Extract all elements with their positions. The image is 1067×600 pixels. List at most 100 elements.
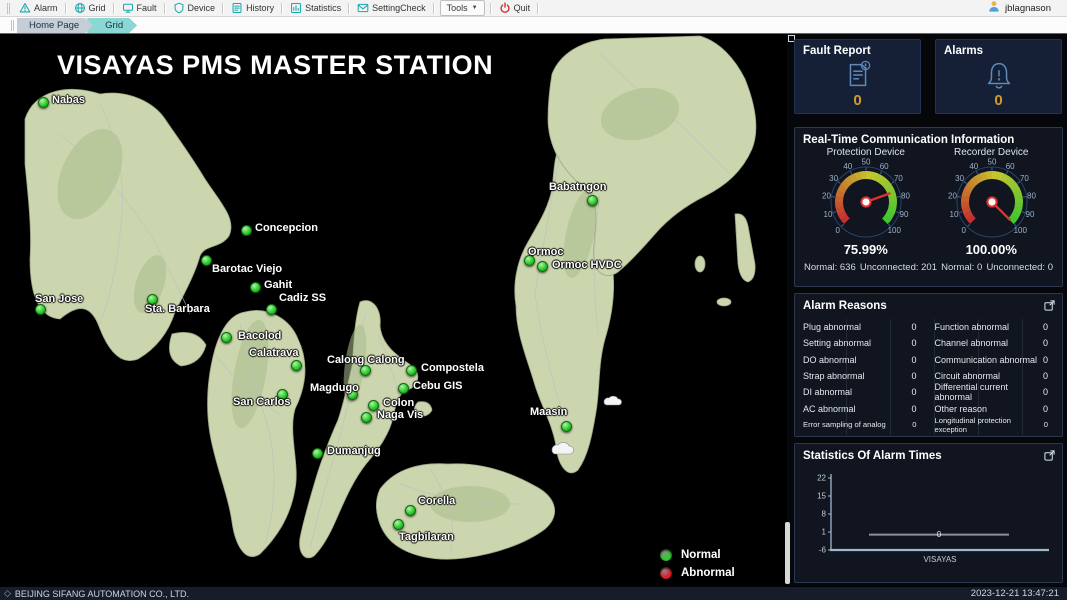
alarm-reason-count: 0 bbox=[907, 338, 917, 348]
svg-text:1: 1 bbox=[822, 528, 827, 537]
station-marker-ormoc-hvdc[interactable] bbox=[537, 261, 548, 272]
svg-text:10: 10 bbox=[949, 210, 958, 219]
dashboard-panel: Fault Report 0 Alarms bbox=[787, 34, 1067, 586]
protection-device-gauge: Protection Device 0102030405060708090100… bbox=[803, 147, 929, 257]
station-label: Ormoc HVDC bbox=[552, 259, 622, 271]
alarm-reason-row: Other reason0 bbox=[935, 400, 1055, 416]
menu-item-label: Fault bbox=[137, 3, 157, 13]
protection-normal-count: Normal: 636 bbox=[804, 262, 856, 273]
user-account[interactable]: jblagnason bbox=[987, 0, 1051, 16]
alarms-card[interactable]: Alarms 0 bbox=[935, 39, 1062, 114]
alarm-reason-label: Channel abnormal bbox=[935, 338, 1009, 348]
station-label: Magdugo bbox=[310, 382, 359, 394]
history-menu-button[interactable]: History bbox=[225, 0, 280, 16]
station-label: Compostela bbox=[421, 362, 484, 374]
quit-button[interactable]: Quit bbox=[493, 0, 537, 16]
tab-home-page[interactable]: Home Page bbox=[17, 18, 93, 33]
station-marker-concepcion[interactable] bbox=[241, 225, 252, 236]
toolbar-separator bbox=[65, 3, 67, 14]
alarm-statistics-panel: Statistics Of Alarm Times 221581-60VISAY… bbox=[794, 443, 1063, 583]
station-marker-corella[interactable] bbox=[405, 505, 416, 516]
station-marker-compostela[interactable] bbox=[406, 365, 417, 376]
statistics-menu-button[interactable]: Statistics bbox=[284, 0, 347, 16]
tools-label: Tools bbox=[447, 3, 468, 13]
device-icon bbox=[173, 2, 185, 14]
svg-text:0: 0 bbox=[835, 226, 840, 235]
tabbar-grip bbox=[11, 20, 14, 31]
svg-text:40: 40 bbox=[843, 162, 852, 171]
station-marker-barotac-viejo[interactable] bbox=[201, 255, 212, 266]
alarm-statistics-chart: 221581-60VISAYAS bbox=[803, 466, 1054, 581]
station-marker-bacolod[interactable] bbox=[221, 332, 232, 343]
station-marker-tagbilaran[interactable] bbox=[393, 519, 404, 530]
gauge-row: Protection Device 0102030405060708090100… bbox=[803, 147, 1054, 257]
svg-text:80: 80 bbox=[1027, 191, 1036, 200]
status-bar: ◇ BEIJING SIFANG AUTOMATION CO., LTD. 20… bbox=[0, 586, 1067, 600]
fault-icon bbox=[122, 2, 134, 14]
communication-info-title: Real-Time Communication Information bbox=[803, 134, 1054, 146]
station-marker-maasin[interactable] bbox=[561, 421, 572, 432]
fault-menu-button[interactable]: Fault bbox=[116, 0, 163, 16]
alarm-reason-row: AC abnormal0 bbox=[803, 400, 923, 416]
user-icon bbox=[987, 0, 1000, 16]
power-icon bbox=[499, 2, 511, 14]
tab-bar: Home Page Grid bbox=[0, 17, 1067, 34]
station-label: Calong Calong bbox=[327, 354, 405, 366]
grid-menu-button[interactable]: Grid bbox=[68, 0, 112, 16]
station-marker-gahit[interactable] bbox=[250, 282, 261, 293]
expand-alarm-reasons-icon[interactable] bbox=[1044, 300, 1055, 311]
statistics-icon bbox=[290, 2, 302, 14]
visayas-map[interactable]: VISAYAS PMS MASTER STATION NabasConcepci… bbox=[0, 34, 787, 586]
alarm-reason-count: 0 bbox=[1038, 355, 1048, 365]
toolbar-separator bbox=[433, 3, 435, 14]
station-marker-cebu-gis[interactable] bbox=[398, 383, 409, 394]
svg-text:30: 30 bbox=[955, 174, 964, 183]
station-marker-babatngon[interactable] bbox=[587, 195, 598, 206]
station-marker-cadiz-ss[interactable] bbox=[266, 304, 277, 315]
svg-text:70: 70 bbox=[894, 174, 903, 183]
alarm-reason-row: Function abnormal0 bbox=[935, 319, 1055, 335]
alarm-reason-row: Communication abnormal0 bbox=[935, 352, 1055, 368]
svg-text:100: 100 bbox=[888, 226, 902, 235]
menu-item-label: Grid bbox=[89, 3, 106, 13]
toolbar-separator bbox=[164, 3, 166, 14]
station-marker-san-jose[interactable] bbox=[35, 304, 46, 315]
settingcheck-menu-button[interactable]: SettingCheck bbox=[351, 0, 432, 16]
legend-dot bbox=[660, 567, 672, 579]
fault-report-document-icon bbox=[795, 58, 920, 92]
alarm-reasons-panel: Alarm Reasons Plug abnormal0Setting abno… bbox=[794, 293, 1063, 437]
device-menu-button[interactable]: Device bbox=[167, 0, 222, 16]
expand-statistics-icon[interactable] bbox=[1044, 450, 1055, 461]
svg-text:8: 8 bbox=[822, 510, 827, 519]
history-icon bbox=[231, 2, 243, 14]
communication-info-panel: Real-Time Communication Information Prot… bbox=[794, 127, 1063, 287]
svg-text:80: 80 bbox=[901, 191, 910, 200]
station-label: San Carlos bbox=[233, 396, 290, 408]
recorder-unconnected-count: Unconnected: 0 bbox=[986, 262, 1053, 273]
alarm-reason-label: DO abnormal bbox=[803, 355, 857, 365]
alarm-reason-count: 0 bbox=[907, 322, 917, 332]
station-marker-calong-calong[interactable] bbox=[360, 365, 371, 376]
tools-menu-button[interactable]: Tools ▼ bbox=[440, 0, 485, 16]
svg-text:60: 60 bbox=[880, 162, 889, 171]
station-label: Bacolod bbox=[238, 330, 281, 342]
fault-report-card[interactable]: Fault Report 0 bbox=[794, 39, 921, 114]
alarm-reason-count: 0 bbox=[1038, 322, 1048, 332]
station-marker-nabas[interactable] bbox=[38, 97, 49, 108]
alarm-reason-count: 0 bbox=[907, 420, 917, 429]
alarm-reason-row: Channel abnormal 0 bbox=[935, 335, 1055, 351]
alarm-reason-row: Error sampling of analog0 bbox=[803, 417, 923, 433]
alarm-reason-label: Setting abnormal bbox=[803, 338, 871, 348]
station-marker-dumanjug[interactable] bbox=[312, 448, 323, 459]
protection-device-dial: 0102030405060708090100 bbox=[803, 157, 929, 254]
alarm-reason-row: DO abnormal0 bbox=[803, 352, 923, 368]
alarms-title: Alarms bbox=[944, 45, 1053, 57]
alarm-menu-button[interactable]: Alarm bbox=[13, 0, 64, 16]
tab-grid[interactable]: Grid bbox=[87, 18, 137, 33]
fault-report-title: Fault Report bbox=[803, 45, 912, 57]
station-marker-naga-vis[interactable] bbox=[361, 412, 372, 423]
station-marker-calatrava[interactable] bbox=[291, 360, 302, 371]
station-label: Gahit bbox=[264, 279, 292, 291]
alarm-reason-count: 0 bbox=[907, 371, 917, 381]
alarm-reason-count: 0 bbox=[1038, 338, 1048, 348]
